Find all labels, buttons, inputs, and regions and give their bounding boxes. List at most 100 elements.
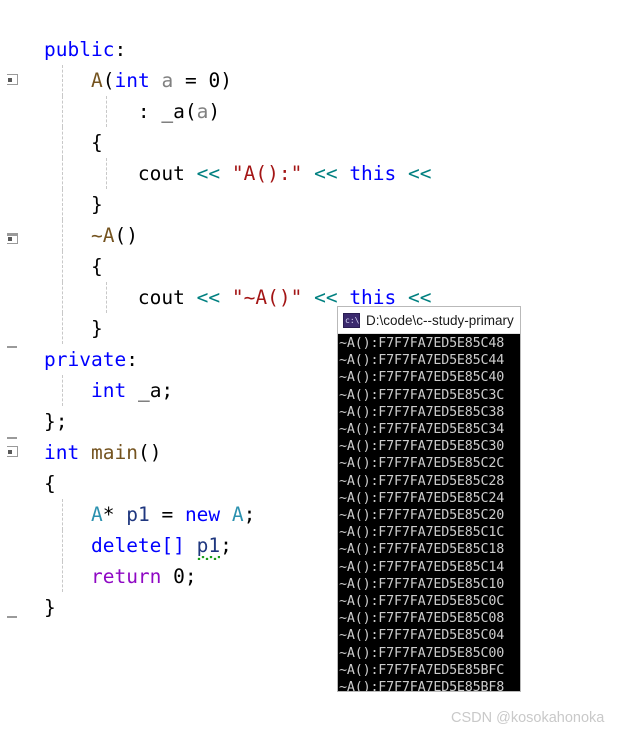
code-line[interactable]: } xyxy=(0,592,643,623)
editor-gutter[interactable] xyxy=(0,530,44,561)
editor-gutter[interactable] xyxy=(0,282,44,313)
brace-open: { xyxy=(44,472,56,495)
editor-gutter[interactable] xyxy=(0,189,44,220)
console-output-line: ~A():F7F7FA7ED5E85C00 xyxy=(339,645,505,661)
code-line[interactable]: } xyxy=(0,313,643,344)
console-output-line: ~A():F7F7FA7ED5E85C3C xyxy=(339,387,505,403)
parameter-a: a xyxy=(161,69,174,92)
editor-gutter[interactable] xyxy=(0,468,44,499)
code-lines-container: public: A(int a = 0) : _a(a) {cout << "… xyxy=(0,34,643,623)
editor-gutter[interactable] xyxy=(0,220,44,251)
code-line-text: } xyxy=(44,592,56,623)
fold-region-divider xyxy=(7,346,17,348)
brace-close: } xyxy=(90,317,103,340)
code-line[interactable]: : _a(a) xyxy=(0,96,643,127)
editor-gutter[interactable] xyxy=(0,561,44,592)
fold-region-divider xyxy=(7,437,17,439)
console-output-line: ~A():F7F7FA7ED5E85C24 xyxy=(339,490,505,506)
semicolon: ; xyxy=(220,534,232,557)
console-output-line: ~A():F7F7FA7ED5E85C14 xyxy=(339,559,505,575)
shift-operator: << xyxy=(408,286,432,309)
code-line[interactable]: return 0; xyxy=(0,561,643,592)
assign-operator: = xyxy=(149,503,185,526)
code-line[interactable]: A(int a = 0) xyxy=(0,65,643,96)
class-closing-brace: }; xyxy=(44,410,68,433)
paren-close: ) xyxy=(149,441,162,464)
code-line-text: { xyxy=(44,468,56,499)
code-line-text: int main() xyxy=(44,437,161,468)
console-app-icon xyxy=(343,312,360,328)
editor-gutter[interactable] xyxy=(0,127,44,158)
string-literal-dtor: "~A()" xyxy=(231,286,303,309)
console-output-line: ~A():F7F7FA7ED5E85C18 xyxy=(339,542,505,558)
init-arg-a: a xyxy=(196,100,209,123)
code-line[interactable]: delete[] p1; xyxy=(0,530,643,561)
code-line-text: ~A() xyxy=(44,220,138,251)
editor-gutter[interactable] xyxy=(0,344,44,375)
cout-stream: cout xyxy=(137,162,185,185)
shift-operator: << xyxy=(196,162,221,185)
editor-gutter[interactable] xyxy=(0,251,44,282)
code-line[interactable]: } xyxy=(0,189,643,220)
code-line-text: }; xyxy=(44,406,67,437)
editor-gutter[interactable] xyxy=(0,313,44,344)
code-line[interactable]: public: xyxy=(0,34,643,65)
fold-region-divider xyxy=(7,616,17,618)
code-line-text: return 0; xyxy=(44,561,197,592)
fold-collapse-icon[interactable] xyxy=(7,233,18,244)
code-line[interactable]: }; xyxy=(0,406,643,437)
paren-close: ) xyxy=(208,100,221,123)
colon-punct: : xyxy=(126,348,138,371)
code-line[interactable]: { xyxy=(0,468,643,499)
editor-gutter[interactable] xyxy=(0,592,44,623)
editor-gutter[interactable] xyxy=(0,34,44,65)
cout-stream: cout xyxy=(137,286,185,309)
assign-operator: = xyxy=(173,69,209,92)
brace-close: } xyxy=(90,193,103,216)
type-name-A: A xyxy=(90,503,103,526)
console-output-line: ~A():F7F7FA7ED5E85C10 xyxy=(339,576,505,592)
console-output-area[interactable]: ~A():F7F7FA7ED5E85C48 ~A():F7F7FA7ED5E85C… xyxy=(338,334,520,691)
code-line-text: { xyxy=(44,127,103,158)
keyword-int: int xyxy=(114,69,150,92)
console-output-line: ~A():F7F7FA7ED5E85C20 xyxy=(339,508,505,524)
editor-gutter[interactable] xyxy=(0,65,44,96)
code-line[interactable]: cout << "~A()" << this << xyxy=(0,282,643,313)
code-line-text: A* p1 = new A; xyxy=(44,499,255,530)
shift-operator: << xyxy=(314,162,338,185)
code-line[interactable]: cout << "A():" << this << xyxy=(0,158,643,189)
fold-collapse-icon[interactable] xyxy=(7,74,18,85)
editor-gutter[interactable] xyxy=(0,437,44,468)
keyword-this: this xyxy=(349,286,397,309)
pointer-star: * xyxy=(102,503,115,526)
fold-collapse-icon[interactable] xyxy=(7,446,18,457)
console-output-line: ~A():F7F7FA7ED5E85BFC xyxy=(339,662,505,678)
editor-gutter[interactable] xyxy=(0,499,44,530)
console-output-line: ~A():F7F7FA7ED5E85C40 xyxy=(339,370,505,386)
function-name-main: main xyxy=(90,441,138,464)
code-line[interactable]: int _a; xyxy=(0,375,643,406)
editor-gutter[interactable] xyxy=(0,158,44,189)
code-line-text: { xyxy=(44,251,103,282)
console-window-title: D:\code\c--study-primary xyxy=(366,312,514,328)
code-line[interactable]: { xyxy=(0,127,643,158)
variable-p1: p1 xyxy=(126,503,150,526)
code-line-text: A(int a = 0) xyxy=(44,65,232,96)
console-output-line: ~A():F7F7FA7ED5E85C1C xyxy=(339,525,505,541)
shift-operator: << xyxy=(314,286,338,309)
code-line[interactable]: { xyxy=(0,251,643,282)
code-line[interactable]: ~A() xyxy=(0,220,643,251)
editor-gutter[interactable] xyxy=(0,375,44,406)
editor-gutter[interactable] xyxy=(0,406,44,437)
paren-open: ( xyxy=(184,100,197,123)
console-output-line: ~A():F7F7FA7ED5E85C04 xyxy=(339,628,505,644)
editor-gutter[interactable] xyxy=(0,96,44,127)
console-output-window[interactable]: D:\code\c--study-primary ~A():F7F7FA7ED5… xyxy=(338,307,520,691)
code-line[interactable]: private: xyxy=(0,344,643,375)
code-line[interactable]: A* p1 = new A; xyxy=(0,499,643,530)
code-editor-surface[interactable]: public: A(int a = 0) : _a(a) {cout << "… xyxy=(0,0,643,730)
code-line[interactable]: int main() xyxy=(0,437,643,468)
console-output-line: ~A():F7F7FA7ED5E85C34 xyxy=(339,422,505,438)
keyword-int: int xyxy=(90,379,127,402)
console-title-bar[interactable]: D:\code\c--study-primary xyxy=(338,307,520,334)
